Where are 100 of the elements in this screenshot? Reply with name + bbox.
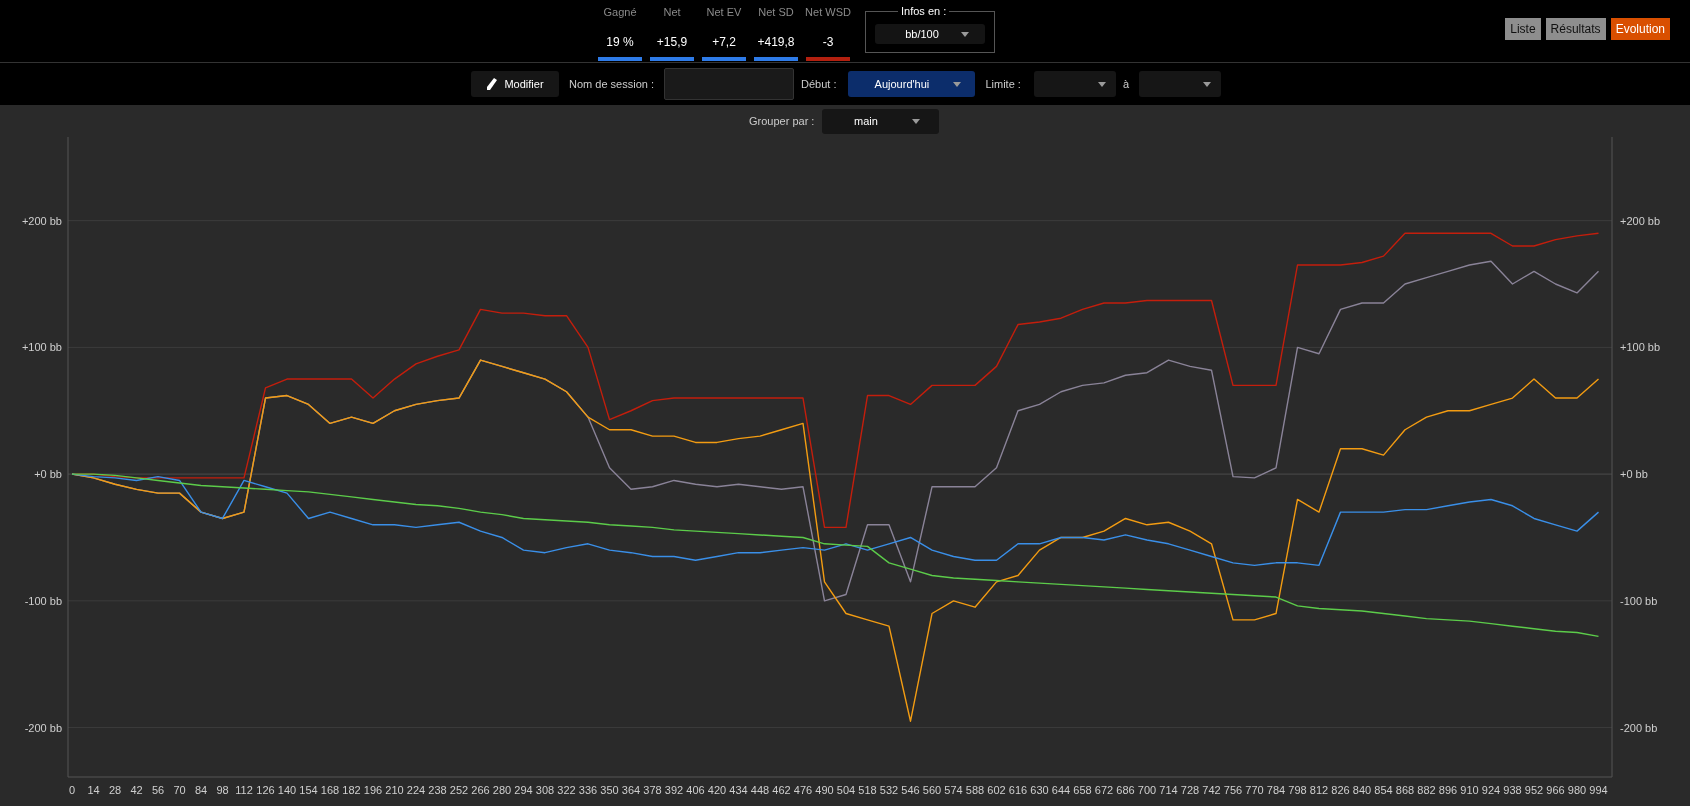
x-tick-label: 616 — [1008, 784, 1028, 796]
x-tick-label: 910 — [1460, 784, 1479, 796]
stat-value: -3 — [822, 33, 834, 51]
x-tick-label: 126 — [256, 784, 275, 796]
x-tick-label: 308 — [535, 784, 555, 796]
units-dropdown[interactable]: bb/100 — [875, 24, 985, 44]
x-tick-label: 84 — [194, 784, 208, 796]
x-tick-label: 210 — [385, 784, 404, 796]
x-tick-label: 994 — [1589, 784, 1608, 796]
x-tick-label: 406 — [686, 784, 705, 796]
x-tick-label: 378 — [643, 784, 662, 796]
y-tick-label: -200 bb — [24, 721, 62, 734]
x-tick-label: 518 — [858, 784, 877, 796]
y-tick-label: +0 bb — [34, 468, 62, 481]
x-tick-label: 28 — [108, 784, 122, 796]
x-tick-label: 476 — [793, 784, 813, 796]
x-tick-label: 714 — [1159, 784, 1178, 796]
x-tick-label: 602 — [987, 784, 1006, 796]
y-tick-label: -100 bb — [24, 594, 62, 607]
x-tick-label: 182 — [342, 784, 361, 796]
x-tick-label: 280 — [492, 784, 512, 796]
stat-value: +7,2 — [712, 33, 736, 51]
caret-icon — [1097, 81, 1106, 87]
y-tick-label: -100 bb — [1620, 594, 1658, 607]
x-tick-label: 322 — [557, 784, 576, 796]
x-tick-label: 784 — [1266, 784, 1286, 796]
x-tick-label: 504 — [836, 784, 856, 796]
limit-separator: à — [1122, 76, 1130, 92]
group-dropdown[interactable]: main — [822, 108, 940, 134]
session-input[interactable] — [664, 68, 794, 100]
group-label: Grouper par : — [749, 113, 815, 129]
y-tick-label: +200 bb — [1620, 214, 1661, 227]
x-tick-label: 896 — [1438, 784, 1458, 796]
x-tick-label: 0 — [68, 784, 76, 796]
x-tick-label: 140 — [277, 784, 297, 796]
caret-icon — [911, 118, 920, 124]
y-tick-label: +0 bb — [1620, 468, 1648, 481]
x-tick-label: 448 — [750, 784, 770, 796]
x-tick-label: 770 — [1245, 784, 1264, 796]
x-tick-label: 574 — [944, 784, 963, 796]
x-tick-label: 350 — [600, 784, 619, 796]
limit-label: Limite : — [985, 76, 1021, 92]
x-tick-label: 854 — [1374, 784, 1393, 796]
limit-end-dropdown[interactable] — [1139, 71, 1222, 97]
x-tick-label: 336 — [578, 784, 598, 796]
x-tick-label: 112 — [235, 784, 253, 796]
x-tick-label: 420 — [707, 784, 727, 796]
x-tick-label: 294 — [514, 784, 533, 796]
x-tick-label: 490 — [815, 784, 834, 796]
x-tick-label: 658 — [1073, 784, 1092, 796]
view-tab[interactable]: Evolution — [1610, 18, 1670, 40]
x-tick-label: 56 — [151, 784, 165, 796]
stat-label: Net — [663, 5, 681, 20]
start-label: Début : — [801, 76, 837, 92]
y-tick-label: +100 bb — [1620, 341, 1661, 354]
x-tick-label: 672 — [1094, 784, 1114, 796]
x-tick-label: 588 — [965, 784, 985, 796]
x-tick-label: 70 — [173, 784, 186, 796]
edit-button[interactable]: Modifier — [471, 71, 559, 97]
stat-label: Net EV — [706, 5, 742, 20]
pencil-icon — [486, 77, 499, 91]
x-tick-label: 238 — [428, 784, 447, 796]
stat-value: +419,8 — [757, 33, 795, 51]
view-tab[interactable]: Liste — [1505, 18, 1541, 40]
x-tick-label: 364 — [621, 784, 641, 796]
x-tick-label: 756 — [1223, 784, 1243, 796]
x-tick-label: 924 — [1481, 784, 1501, 796]
x-tick-label: 812 — [1309, 784, 1329, 796]
caret-icon — [960, 31, 969, 37]
x-tick-label: 168 — [320, 784, 340, 796]
x-tick-label: 560 — [922, 784, 942, 796]
y-tick-label: +200 bb — [21, 214, 62, 227]
x-tick-label: 728 — [1180, 784, 1200, 796]
limit-start-dropdown[interactable] — [1033, 71, 1116, 97]
x-tick-label: 630 — [1030, 784, 1049, 796]
caret-icon — [1203, 81, 1212, 87]
x-tick-label: 966 — [1546, 784, 1565, 796]
view-tab[interactable]: Résultats — [1545, 18, 1606, 40]
caret-icon — [953, 81, 962, 87]
start-dropdown[interactable]: Aujourd'hui — [848, 71, 976, 97]
x-tick-label: 798 — [1288, 784, 1307, 796]
x-tick-label: 98 — [216, 784, 229, 796]
x-tick-label: 840 — [1352, 784, 1372, 796]
x-tick-label: 154 — [299, 784, 318, 796]
x-tick-label: 14 — [87, 784, 100, 796]
x-tick-label: 826 — [1331, 784, 1350, 796]
x-tick-label: 42 — [130, 784, 143, 796]
y-tick-label: +100 bb — [21, 341, 62, 354]
x-tick-label: 252 — [449, 784, 469, 796]
x-tick-label: 952 — [1524, 784, 1544, 796]
x-tick-label: 980 — [1567, 784, 1587, 796]
x-tick-label: 196 — [363, 784, 383, 796]
x-tick-label: 434 — [729, 784, 748, 796]
x-tick-label: 868 — [1395, 784, 1415, 796]
stat-value: 19 % — [606, 33, 634, 51]
x-tick-label: 532 — [879, 784, 899, 796]
x-tick-label: 686 — [1116, 784, 1135, 796]
x-tick-label: 882 — [1417, 784, 1436, 796]
x-tick-label: 392 — [664, 784, 684, 796]
x-tick-label: 462 — [772, 784, 791, 796]
